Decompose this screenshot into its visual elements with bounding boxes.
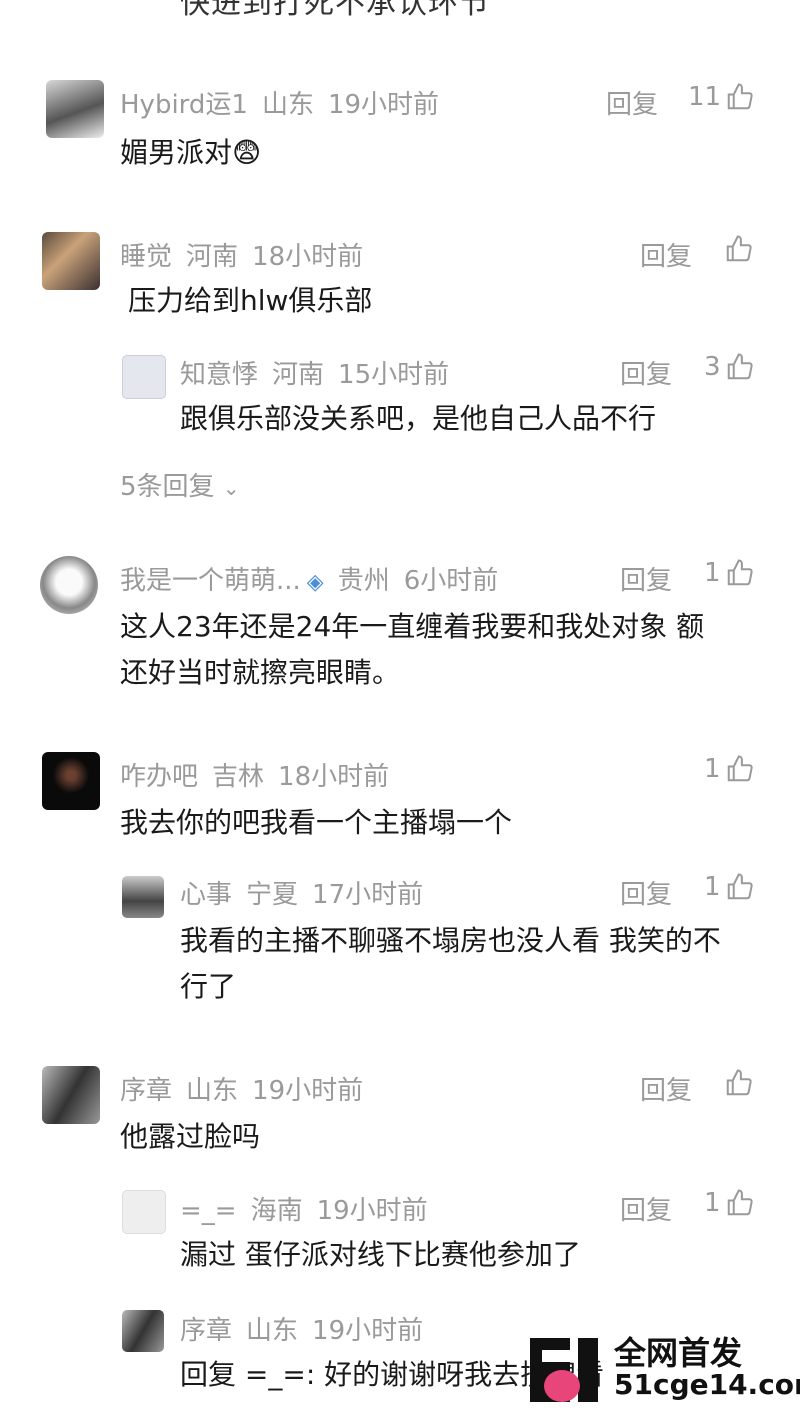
thumbs-up-icon <box>727 559 753 586</box>
timestamp: 19小时前 <box>327 90 440 120</box>
comment-text: 媚男派对😨 <box>120 136 262 169</box>
avatar[interactable] <box>42 1066 100 1124</box>
like-count: 1 <box>704 1188 721 1218</box>
username[interactable]: 咋办吧 <box>120 762 198 792</box>
timestamp: 17小时前 <box>312 880 424 910</box>
reply-button[interactable]: 回复 <box>620 354 672 391</box>
comment-meta: 我是一个萌萌... ◈ 贵州 6小时前 <box>120 560 512 597</box>
like-button[interactable] <box>724 1068 754 1098</box>
avatar[interactable] <box>122 1190 166 1234</box>
comment-text: 他露过脸吗 <box>120 1120 261 1153</box>
timestamp: 18小时前 <box>252 242 364 272</box>
reply-meta: =_= 海南 19小时前 <box>180 1190 442 1227</box>
avatar[interactable] <box>46 80 104 138</box>
reply-text: 漏过 蛋仔派对线下比赛他参加了 <box>180 1238 581 1271</box>
region: 河南 <box>272 360 325 390</box>
comment-meta: 睡觉 河南 18小时前 <box>120 236 377 273</box>
avatar[interactable] <box>42 752 100 810</box>
avatar[interactable] <box>122 876 164 918</box>
avatar[interactable] <box>42 232 100 290</box>
reply-text-line: 行了 <box>180 970 237 1003</box>
region: 山东 <box>246 1316 299 1346</box>
watermark-line2: 51cge14.com <box>614 1368 800 1401</box>
like-button[interactable]: 11 <box>688 82 755 112</box>
thumbs-up-icon <box>727 83 753 110</box>
reply-meta: 心事 宁夏 17小时前 <box>180 874 437 911</box>
username[interactable]: 睡觉 <box>120 242 172 272</box>
like-button[interactable] <box>724 234 754 264</box>
timestamp: 18小时前 <box>278 762 390 792</box>
region: 山东 <box>186 1076 239 1106</box>
thumbs-up-icon <box>727 353 753 380</box>
like-button[interactable]: 3 <box>704 352 755 382</box>
more-replies-label: 5条回复 <box>120 472 215 502</box>
comment-text: 我去你的吧我看一个主播塌一个 <box>120 806 513 839</box>
region: 山东 <box>261 90 314 120</box>
comment-text-line: 还好当时就擦亮眼睛。 <box>120 656 401 689</box>
like-count: 1 <box>704 754 721 784</box>
thumbs-up-icon <box>727 755 753 782</box>
username[interactable]: 知意悸 <box>180 360 258 390</box>
username[interactable]: 心事 <box>180 880 232 910</box>
comment-text-line: 这人23年还是24年一直缠着我要和我处对象 额 <box>120 610 705 643</box>
comment-meta: 咋办吧 吉林 18小时前 <box>120 756 403 793</box>
reply-text: 跟俱乐部没关系吧，是他自己人品不行 <box>180 402 657 435</box>
comment-meta: 序章 山东 19小时前 <box>120 1070 377 1107</box>
truncated-comment-text: 快进到打死不承认环节 <box>180 0 490 21</box>
site-logo-icon <box>530 1338 598 1402</box>
reply-button[interactable]: 回复 <box>620 560 672 597</box>
region: 贵州 <box>337 566 390 596</box>
username[interactable]: =_= <box>180 1196 237 1226</box>
chevron-down-icon: ⌄ <box>222 476 240 500</box>
reply-meta: 序章 山东 19小时前 <box>180 1310 437 1347</box>
timestamp: 19小时前 <box>312 1316 424 1346</box>
expand-replies-button[interactable]: 5条回复 ⌄ <box>120 466 240 503</box>
username[interactable]: Hybird运1 <box>120 90 248 120</box>
comment-meta: Hybird运1 山东 19小时前 <box>120 84 453 121</box>
reply-button[interactable]: 回复 <box>606 84 658 121</box>
like-count: 1 <box>704 558 721 588</box>
verified-badge-icon: ◈ <box>306 570 324 595</box>
comment-text: 这人23年还是24年一直缠着我要和我处对象 额 还好当时就擦亮眼睛。 <box>120 604 704 696</box>
avatar[interactable] <box>122 1310 164 1352</box>
avatar[interactable] <box>122 355 166 399</box>
reply-button[interactable]: 回复 <box>640 1070 692 1107</box>
like-count: 3 <box>704 352 721 382</box>
timestamp: 19小时前 <box>316 1196 428 1226</box>
timestamp: 15小时前 <box>338 360 450 390</box>
reply-button[interactable]: 回复 <box>620 1190 672 1227</box>
like-button[interactable]: 1 <box>704 558 755 588</box>
reply-button[interactable]: 回复 <box>620 874 672 911</box>
like-button[interactable]: 1 <box>704 872 755 902</box>
timestamp: 6小时前 <box>403 566 499 596</box>
thumbs-up-icon <box>726 1069 752 1096</box>
timestamp: 19小时前 <box>252 1076 364 1106</box>
thumbs-up-icon <box>726 235 752 262</box>
like-count: 11 <box>688 82 722 112</box>
like-button[interactable]: 1 <box>704 754 755 784</box>
region: 海南 <box>250 1196 303 1226</box>
like-button[interactable]: 1 <box>704 1188 755 1218</box>
username[interactable]: 序章 <box>180 1316 232 1346</box>
region: 吉林 <box>212 762 265 792</box>
reply-text: 我看的主播不聊骚不塌房也没人看 我笑的不 行了 <box>180 918 721 1010</box>
username[interactable]: 序章 <box>120 1076 172 1106</box>
like-count: 1 <box>704 872 721 902</box>
reply-meta: 知意悸 河南 15小时前 <box>180 354 463 391</box>
site-watermark: 全网首发 51cge14.com <box>528 1328 800 1410</box>
region: 河南 <box>186 242 239 272</box>
avatar[interactable] <box>40 556 98 614</box>
reply-button[interactable]: 回复 <box>640 236 692 273</box>
region: 宁夏 <box>246 880 299 910</box>
comment-text: 压力给到hlw俱乐部 <box>128 284 373 317</box>
thumbs-up-icon <box>727 1189 753 1216</box>
thumbs-up-icon <box>727 873 753 900</box>
username[interactable]: 我是一个萌萌... <box>120 566 301 596</box>
reply-text-line: 我看的主播不聊骚不塌房也没人看 我笑的不 <box>180 924 721 957</box>
